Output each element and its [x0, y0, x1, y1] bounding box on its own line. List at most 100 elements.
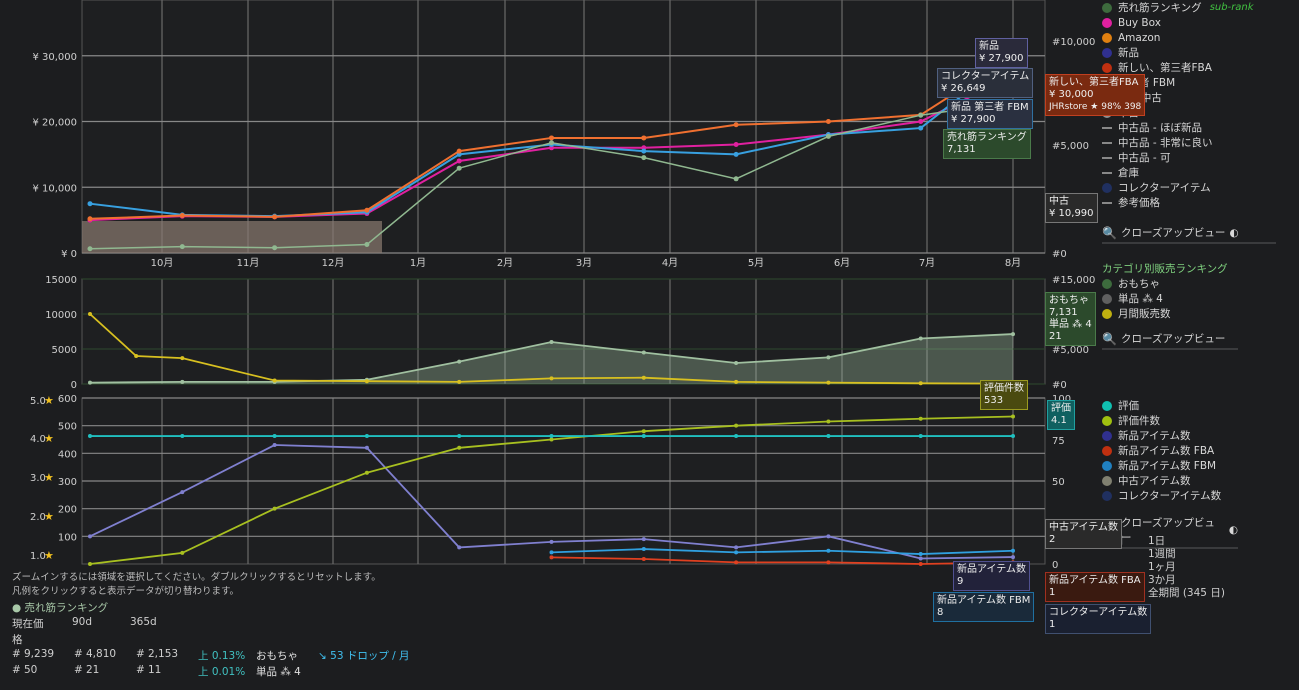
x-tick-label: 2月	[497, 257, 513, 269]
legend1-item[interactable]: Buy Box	[1102, 15, 1276, 30]
magnifier-icon: 🔍	[1102, 225, 1117, 240]
legend1-item[interactable]: 倉庫	[1102, 165, 1276, 180]
data-point	[733, 122, 739, 128]
data-point	[364, 207, 370, 213]
stats-title: ● 売れ筋ランキング	[12, 602, 109, 614]
stats-row-1: #9,239 #4,810 #2,153 上 0.13% おもちゃ ↘ 53 ドロップ /…	[12, 648, 438, 664]
legend3-item[interactable]: 新品アイテム数	[1102, 428, 1238, 443]
stats-cell: おもちゃ	[256, 650, 298, 662]
tooltip-collector-count: コレクターアイテム数 1	[1045, 604, 1152, 634]
tooltip-value: 4.1	[1051, 415, 1067, 426]
legend-label: 売れ筋ランキング	[1118, 2, 1202, 14]
legend2-item[interactable]: 単品 ⁂ 4	[1102, 291, 1238, 306]
legend-swatch-icon	[1102, 278, 1112, 289]
legend1-item[interactable]: コレクターアイテム	[1102, 180, 1276, 195]
x-tick-label: 12月	[322, 257, 345, 269]
stats-cell: 21	[86, 664, 100, 676]
data-point	[87, 246, 93, 252]
y-right-tick-label: #5,000	[1052, 345, 1089, 356]
period-option[interactable]: 1日	[1148, 535, 1225, 548]
tooltip-used: 中古 ¥ 10,990	[1045, 193, 1098, 223]
legend3-item[interactable]: 評価	[1102, 398, 1238, 413]
x-tick-label: 11月	[237, 257, 260, 269]
legend1-item[interactable]: 参考価格	[1102, 195, 1276, 210]
closeup-label: クローズアップビュー	[1120, 227, 1226, 239]
data-point	[87, 201, 93, 207]
data-point	[180, 434, 185, 439]
period-option[interactable]: 全期間 (345 日)	[1148, 587, 1225, 600]
data-point	[1011, 332, 1015, 337]
data-point	[918, 562, 923, 566]
stats-cell: 9,239	[24, 648, 55, 660]
legend-label: 参考価格	[1118, 197, 1160, 209]
legend3-item[interactable]: 新品アイテム数 FBM	[1102, 458, 1238, 473]
data-point	[272, 443, 277, 448]
legend3-item[interactable]: 評価件数	[1102, 413, 1238, 428]
legend1-item[interactable]: 売れ筋ランキング sub-rank	[1102, 0, 1276, 15]
tooltip-value: 1	[1049, 619, 1056, 630]
legend-label: 評価	[1118, 400, 1139, 412]
stats-cell: #	[136, 648, 145, 660]
tooltip-fbm: 新品 第三者 FBM ¥ 27,900	[947, 99, 1033, 129]
sub-rank-link[interactable]: sub-rank	[1210, 2, 1254, 13]
tooltip-omocha: おもちゃ 7,131 単品 ⁂ 4 21	[1045, 292, 1096, 346]
closeup-toggle-2[interactable]: 🔍 クローズアップビュー	[1102, 331, 1238, 350]
x-tick-label: 6月	[834, 257, 850, 269]
data-point	[88, 562, 92, 566]
legend-swatch-icon	[1102, 17, 1112, 28]
legend1-item[interactable]: 新しい、第三者FBA	[1102, 60, 1276, 75]
tooltip-fba-count: 新品アイテム数 FBA 1	[1045, 572, 1145, 602]
data-point	[641, 434, 646, 439]
legend3-item[interactable]: 新品アイテム数 FBA	[1102, 443, 1238, 458]
legend3-item[interactable]: コレクターアイテム数	[1102, 488, 1238, 503]
data-point	[180, 550, 185, 555]
data-point	[918, 556, 923, 561]
data-point	[549, 555, 554, 560]
legend1-item[interactable]: 中古品 - 非常に良い	[1102, 135, 1276, 150]
legend-label: 中古アイテム数	[1118, 475, 1191, 487]
period-option[interactable]: 1ヶ月	[1148, 561, 1225, 574]
stats-cell: #	[74, 648, 83, 660]
tooltip-title: 中古アイテム数	[1049, 522, 1118, 533]
legend2-item[interactable]: おもちゃ	[1102, 276, 1238, 291]
tooltip-title: 新品	[979, 41, 999, 52]
legend1-item[interactable]: Amazon	[1102, 30, 1276, 45]
dash-icon	[1102, 126, 1112, 129]
period-selector: 期間 1日1週間1ヶ月3か月全期間 (345 日)	[1102, 535, 1225, 600]
data-point	[733, 176, 739, 182]
toggle-icon: ◐	[1229, 226, 1239, 239]
data-point	[641, 557, 646, 562]
data-point	[641, 135, 647, 141]
legend-rank-heading: カテゴリ別販売ランキング	[1102, 263, 1228, 275]
stats-cell: #	[12, 664, 21, 676]
data-point	[364, 379, 369, 384]
data-point	[179, 244, 185, 250]
data-point	[825, 133, 831, 139]
data-point	[549, 140, 554, 146]
x-tick-label: 4月	[662, 257, 678, 269]
legend2-item[interactable]: 月間販売数	[1102, 306, 1238, 321]
legend-swatch-icon	[1102, 182, 1112, 193]
data-point	[1011, 414, 1015, 419]
legend3-item[interactable]: 中古アイテム数	[1102, 473, 1238, 488]
data-point	[88, 312, 92, 316]
legend1-item[interactable]: 中古品 - ほぼ新品	[1102, 120, 1276, 135]
data-point	[918, 112, 924, 118]
data-point	[88, 434, 92, 439]
stats-table: ● 売れ筋ランキング 現在価 90d 365d 格 #9,239 #4,810 #2…	[12, 600, 438, 680]
stats-cell: #	[136, 664, 145, 676]
stats-cell: 上 0.13%	[198, 650, 246, 662]
period-option[interactable]: 3か月	[1148, 574, 1225, 587]
data-point	[549, 376, 554, 381]
x-tick-label: 5月	[748, 257, 764, 269]
y-tick-label: ¥ 20,000	[32, 118, 77, 129]
legend1-item[interactable]: 新品	[1102, 45, 1276, 60]
legend-swatch-icon	[1102, 32, 1112, 43]
closeup-toggle-1[interactable]: 🔍 クローズアップビュー ◐	[1102, 225, 1276, 244]
dash-icon	[1102, 201, 1112, 204]
legend1-item[interactable]: 中古品 - 可	[1102, 150, 1276, 165]
period-option[interactable]: 1週間	[1148, 548, 1225, 561]
data-point	[88, 380, 92, 385]
tooltip-value: 7,131	[1049, 307, 1078, 318]
star-icon: ★	[44, 394, 54, 407]
